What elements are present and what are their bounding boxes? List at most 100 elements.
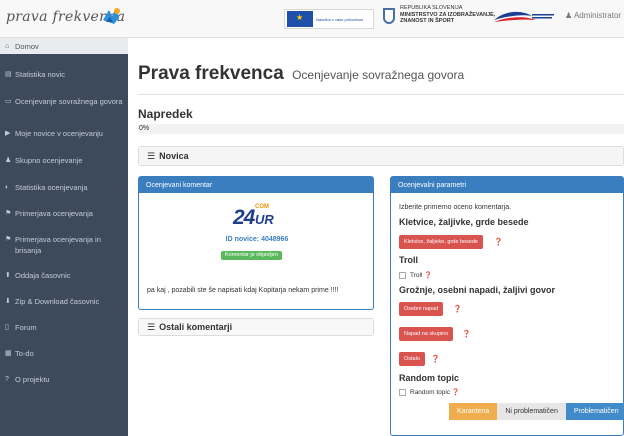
sidebar-item-primerjava-brisanja[interactable]: ⚑ Primerjava ocenjevanja in brisanja (0, 234, 128, 256)
ministry-line-3: ZNANOST IN ŠPORT (400, 18, 455, 24)
help-icon[interactable]: ❓ (424, 272, 432, 279)
troll-checkbox-label[interactable]: Troll ❓ (410, 271, 432, 279)
progress-title: Napredek (138, 107, 193, 121)
ministry-logo: REPUBLIKA SLOVENIJA MINISTRSTVO ZA IZOBR… (400, 5, 495, 25)
sidebar: ⌂ Domov ▤ Statistika novic ▭ Ocenjevanje… (0, 38, 128, 436)
novica-panel-header[interactable]: ☰ Novica (139, 147, 623, 165)
comment-text: pa kaj , pozabili ste še napisati kdaj K… (147, 287, 339, 294)
news-id[interactable]: ID novice: 4048966 (139, 236, 375, 243)
group-random-title: Random topic (399, 373, 459, 383)
decision-buttons: Karantena Ni problematičen Problematičen (449, 403, 624, 420)
brand-logo-icon (103, 8, 120, 24)
status-badge: Komentar je objavljen (221, 251, 282, 260)
help-icon[interactable]: ❓ (431, 355, 440, 363)
sidebar-item-o-projektu[interactable]: ? O projektu (0, 374, 128, 385)
sidebar-item-zip-download[interactable]: ⬇ Zip & Download časovnic (0, 296, 128, 307)
sidebar-item-skupno-ocenjevanje[interactable]: ♟ Skupno ocenjevanje (0, 155, 128, 166)
question-icon: ? (5, 376, 9, 383)
page-title-text: Prava frekvenca (138, 63, 284, 84)
coat-of-arms-icon (383, 8, 395, 24)
page-title: Prava frekvenca Ocenjevanje sovražnega g… (138, 63, 464, 85)
random-topic-checkbox[interactable] (399, 389, 406, 396)
komentar-panel-header: Ocenjevani komentar (139, 177, 373, 193)
group-troll-title: Troll (399, 255, 419, 265)
24ur-logo: 24 COM UR (233, 204, 277, 230)
flag-icon: ⚑ (5, 236, 12, 243)
main-content: Prava frekvenca Ocenjevanje sovražnega g… (128, 38, 624, 436)
sidebar-item-statistika-novic[interactable]: ▤ Statistika novic (0, 69, 128, 80)
sidebar-item-domov[interactable]: ⌂ Domov (0, 38, 128, 54)
group-groznje-title: Grožnje, osebni napadi, žaljivi govor (399, 285, 556, 295)
ni-problematicen-button[interactable]: Ni problematičen (497, 403, 566, 420)
group-kletvice-title: Kletvice, žaljivke, grde besede (399, 217, 529, 227)
karantena-button[interactable]: Karantena (449, 403, 498, 420)
progress-bar: 0% (138, 124, 624, 134)
osebni-napad-button[interactable]: Osebni napad (399, 302, 444, 316)
ostali-komentarji-panel[interactable]: ☰ Ostali komentarji (138, 318, 374, 336)
help-icon[interactable]: ❓ (462, 330, 471, 338)
logo-number: 24 (233, 206, 255, 229)
sidebar-item-todo[interactable]: ▦ To-do (0, 348, 128, 359)
logo-com: COM (255, 204, 269, 210)
sidebar-item-label: Primerjava ocenjevanja in brisanja (15, 235, 101, 255)
instruction-text: Izberite primerno oceno komentarja. (399, 204, 512, 211)
random-topic-checkbox-label[interactable]: Random topic ❓ (410, 388, 460, 396)
ostali-label: Ostali komentarji (159, 322, 233, 332)
sidebar-item-label: Oddaja časovnic (15, 271, 71, 280)
document-icon: ▯ (5, 324, 9, 331)
sidebar-item-label: Moje novice v ocenjevanju (15, 129, 103, 138)
user-name: Administrator (573, 11, 622, 20)
home-icon: ⌂ (5, 42, 10, 50)
ostali-panel-header[interactable]: ☰ Ostali komentarji (139, 319, 373, 335)
problematicen-button[interactable]: Problematičen (565, 403, 624, 420)
sidebar-item-label: Skupno ocenjevanje (15, 156, 83, 165)
sidebar-item-label: To-do (15, 349, 34, 358)
sidebar-item-forum[interactable]: ▯ Forum (0, 322, 128, 333)
title-divider (138, 94, 624, 95)
menu-bars-icon: ☰ (147, 150, 156, 161)
novica-label: Novica (159, 151, 189, 161)
dashboard-icon: ◐ (5, 184, 10, 191)
sidebar-item-label: Forum (15, 323, 37, 332)
eu-funding-logo: Naložba v vašo prihodnost (284, 9, 374, 29)
menu-bars-icon: ☰ (147, 321, 156, 332)
sidebar-item-ocenjevanje[interactable]: ▭ Ocenjevanje sovražnega govora (0, 96, 128, 107)
page-subtitle: Ocenjevanje sovražnega govora (292, 68, 465, 82)
upload-icon: ⬆ (5, 272, 11, 279)
troll-checkbox[interactable] (399, 272, 406, 279)
news-id-value: 4048966 (261, 236, 289, 243)
sidebar-item-moje-novice[interactable]: ▶ Moje novice v ocenjevanju (0, 128, 128, 139)
help-icon[interactable]: ❓ (494, 238, 503, 246)
help-icon[interactable]: ❓ (452, 389, 460, 396)
params-panel-header: Ocenjevalni parametri (391, 177, 623, 193)
sidebar-item-label: Ocenjevanje sovražnega govora (15, 97, 123, 106)
help-icon[interactable]: ❓ (453, 305, 462, 313)
napad-na-skupino-button[interactable]: Napad na skupino (399, 327, 454, 341)
sidebar-item-label: O projektu (15, 375, 50, 384)
sidebar-item-oddaja-casovnic[interactable]: ⬆ Oddaja časovnic (0, 270, 128, 281)
users-icon: ♟ (5, 157, 12, 164)
sidebar-item-label: Primerjava ocenjevanja (15, 209, 93, 218)
sidebar-item-label: Statistika ocenjevanja (15, 183, 88, 192)
sidebar-item-label: Statistika novic (15, 70, 66, 79)
flag-icon: ⚑ (5, 210, 12, 217)
ostalo-button[interactable]: Ostalo (399, 352, 425, 366)
logo-ur: UR (255, 212, 274, 227)
sidebar-item-primerjava[interactable]: ⚑ Primerjava ocenjevanja (0, 208, 128, 219)
ministry-swoosh-logo (494, 11, 554, 22)
kletvice-button[interactable]: Kletvice, žaljivke, grde besede (399, 235, 483, 249)
novica-panel[interactable]: ☰ Novica (138, 146, 624, 166)
sidebar-item-label: Domov (15, 41, 39, 51)
random-label-text: Random topic (410, 389, 451, 396)
user-icon: ♟ (565, 11, 573, 20)
sidebar-item-label: Zip & Download časovnic (15, 297, 100, 306)
eu-flag-icon (287, 11, 313, 27)
play-icon: ▶ (5, 130, 11, 137)
sidebar-item-statistika-ocenjevanja[interactable]: ◐ Statistika ocenjevanja (0, 182, 128, 193)
ocenjevalni-parametri-panel: Ocenjevalni parametri Izberite primerno … (390, 176, 624, 436)
eu-logo-text: Naložba v vašo prihodnost (316, 16, 364, 22)
top-navbar: prava frekvenca Naložba v vašo prihodnos… (0, 0, 624, 38)
news-id-label: ID novice: (225, 236, 260, 243)
user-menu[interactable]: ♟ Administrator ⌄ (565, 11, 624, 20)
progress-text: 0% (139, 125, 150, 132)
